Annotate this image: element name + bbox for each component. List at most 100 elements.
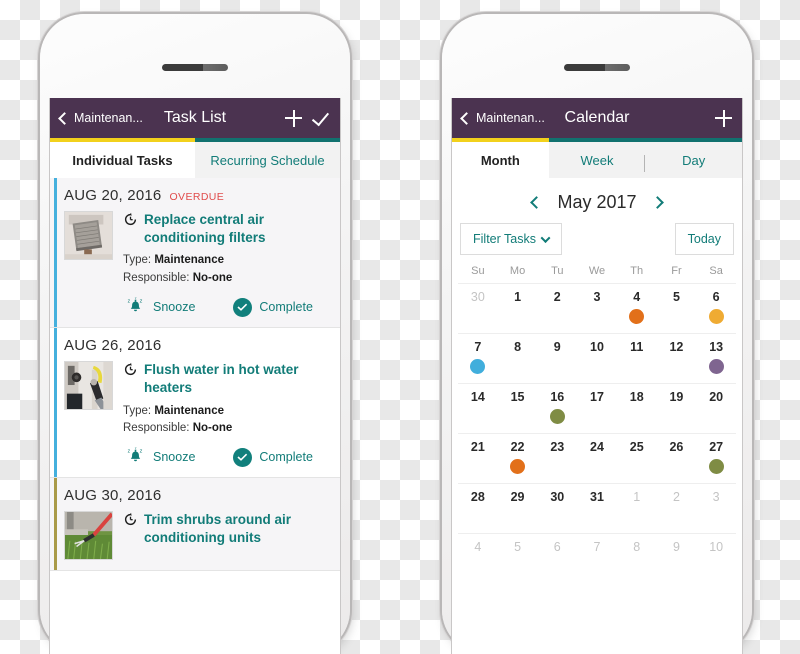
calendar-day-cell[interactable]: 14 (458, 384, 498, 433)
dow-mo: Mo (509, 265, 526, 277)
calendar-day-number: 7 (474, 340, 482, 354)
calendar-day-cell[interactable]: 15 (498, 384, 538, 433)
task-meta: Type: Maintenance Responsible: No-one (123, 403, 328, 439)
task-main: Replace central air conditioning filters… (123, 211, 328, 317)
plus-icon[interactable] (285, 109, 302, 127)
calendar-day-cell[interactable]: 31 (577, 484, 617, 533)
task-list: AUG 20, 2016 OVERDUE Replace central air… (50, 178, 340, 572)
task-title[interactable]: Trim shrubs around air conditioning unit… (144, 511, 328, 547)
tab-individual-tasks[interactable]: Individual Tasks (50, 138, 195, 178)
calendar-day-cell[interactable]: 27 (696, 434, 736, 483)
snooze-button[interactable]: z z z Snooze (125, 296, 196, 317)
calendar-day-number: 25 (629, 440, 644, 454)
recurring-icon (123, 212, 138, 232)
task-thumbnail-air-filter (64, 211, 113, 260)
snooze-label: Snooze (153, 450, 196, 465)
complete-button[interactable]: Complete (233, 447, 313, 467)
complete-button[interactable]: Complete (233, 297, 313, 317)
task-title[interactable]: Flush water in hot water heaters (144, 361, 328, 397)
calendar-day-cell[interactable]: 3 (577, 284, 617, 333)
calendar-day-cell[interactable]: 7 (458, 334, 498, 383)
task-row[interactable]: AUG 30, 2016 Trim shrubs around air cond… (50, 478, 340, 572)
calendar-day-cell[interactable]: 5 (498, 534, 538, 583)
task-row[interactable]: AUG 20, 2016 OVERDUE Replace central air… (50, 178, 340, 329)
task-meta: Type: Maintenance Responsible: No-one (123, 252, 328, 288)
calendar-day-cell[interactable]: 2 (537, 284, 577, 333)
calendar-day-cell[interactable]: 10 (577, 334, 617, 383)
task-date-row: AUG 20, 2016 OVERDUE (64, 187, 328, 204)
tab-label: Recurring Schedule (210, 152, 325, 168)
calendar-day-cell[interactable]: 28 (458, 484, 498, 533)
calendar-day-cell[interactable]: 30 (458, 284, 498, 333)
task-type-value: Maintenance (154, 254, 225, 267)
task-date-row: AUG 30, 2016 (64, 487, 328, 504)
calendar-day-cell[interactable]: 24 (577, 434, 617, 483)
calendar-day-cell[interactable]: 12 (657, 334, 697, 383)
calendar-day-number: 5 (672, 290, 680, 304)
svg-text:z: z (128, 298, 131, 304)
tab-month[interactable]: Month (452, 138, 549, 178)
calendar-day-cell[interactable]: 7 (577, 534, 617, 583)
task-title-row: Flush water in hot water heaters (123, 361, 328, 397)
calendar-day-cell[interactable]: 16 (537, 384, 577, 433)
calendar-day-cell[interactable]: 23 (537, 434, 577, 483)
calendar-day-cell[interactable]: 1 (498, 284, 538, 333)
calendar-day-cell[interactable]: 18 (617, 384, 657, 433)
filter-tasks-label: Filter Tasks (473, 232, 536, 246)
calendar-day-cell[interactable]: 4 (617, 284, 657, 333)
tab-label: Individual Tasks (72, 152, 173, 168)
tab-day[interactable]: Day (645, 138, 742, 178)
plus-icon[interactable] (715, 109, 732, 127)
back-button[interactable]: Maintenan... (460, 111, 545, 125)
snooze-button[interactable]: z z z Snooze (125, 446, 196, 467)
task-title[interactable]: Replace central air conditioning filters (144, 211, 328, 247)
calendar-day-cell[interactable]: 6 (696, 284, 736, 333)
recurring-icon (123, 512, 138, 532)
back-button[interactable]: Maintenan... (58, 111, 143, 125)
task-title-row: Replace central air conditioning filters (123, 211, 328, 247)
task-row[interactable]: AUG 26, 2016 Flush water in hot water he… (50, 328, 340, 479)
calendar-day-number: 6 (553, 540, 561, 554)
calendar-day-cell[interactable]: 19 (657, 384, 697, 433)
calendar-day-number: 19 (669, 390, 684, 404)
calendar-day-cell[interactable]: 11 (617, 334, 657, 383)
calendar-day-cell[interactable]: 9 (537, 334, 577, 383)
calendar-day-number: 17 (590, 390, 604, 404)
calendar-day-cell[interactable]: 17 (577, 384, 617, 433)
task-body: Replace central air conditioning filters… (64, 211, 328, 317)
calendar-day-cell[interactable]: 20 (696, 384, 736, 433)
calendar-day-cell[interactable]: 9 (657, 534, 697, 583)
complete-label: Complete (259, 300, 313, 315)
task-thumbnail-shrub-trimming (64, 511, 113, 561)
calendar-day-cell[interactable]: 10 (696, 534, 736, 583)
calendar-day-cell[interactable]: 4 (458, 534, 498, 583)
chevron-right-icon[interactable] (650, 196, 664, 209)
filter-tasks-button[interactable]: Filter Tasks (460, 223, 562, 255)
dow-fr: Fr (671, 265, 682, 277)
earpiece-speaker (162, 64, 228, 71)
calendar-day-cell[interactable]: 2 (657, 484, 697, 533)
chevron-left-icon[interactable] (530, 196, 544, 209)
tab-recurring-schedule[interactable]: Recurring Schedule (195, 138, 340, 178)
calendar-day-cell[interactable]: 29 (498, 484, 538, 533)
calendar-day-cell[interactable]: 30 (537, 484, 577, 533)
calendar-day-cell[interactable]: 13 (696, 334, 736, 383)
calendar-day-cell[interactable]: 8 (498, 334, 538, 383)
calendar-day-cell[interactable]: 26 (657, 434, 697, 483)
tab-week[interactable]: Week (548, 138, 646, 178)
calendar-day-cell[interactable]: 8 (617, 534, 657, 583)
calendar-day-cell[interactable]: 22 (498, 434, 538, 483)
task-title-row: Trim shrubs around air conditioning unit… (123, 511, 328, 547)
calendar-day-number: 8 (633, 540, 641, 554)
calendar-day-cell[interactable]: 6 (537, 534, 577, 583)
today-button[interactable]: Today (674, 223, 734, 255)
calendar-day-cell[interactable]: 21 (458, 434, 498, 483)
calendar-day-cell[interactable]: 25 (617, 434, 657, 483)
check-icon[interactable] (311, 107, 330, 126)
calendar-day-cell[interactable]: 1 (617, 484, 657, 533)
calendar-day-cell[interactable]: 3 (696, 484, 736, 533)
calendar-event-dot (708, 359, 724, 374)
task-type-label: Type: (123, 254, 152, 267)
snooze-bell-icon: z z z (125, 446, 146, 467)
calendar-day-cell[interactable]: 5 (657, 284, 697, 333)
